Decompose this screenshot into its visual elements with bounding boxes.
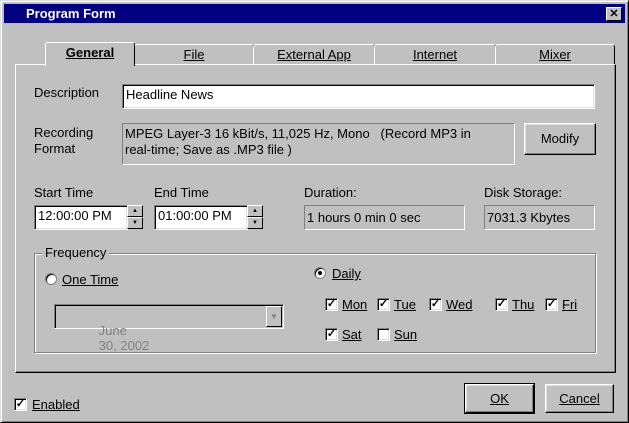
tab-file-label: File [183,47,205,62]
tab-external-app[interactable]: External App [253,44,375,65]
general-panel: Description Headline News Recording Form… [15,64,616,373]
close-button[interactable]: ✕ [606,7,622,21]
sat-label: Sat [342,327,362,342]
check-icon: ✓ [496,298,507,310]
duration-box: 1 hours 0 min 0 sec [304,205,465,230]
modify-button-label: Modify [540,131,580,146]
tab-mixer[interactable]: Mixer [495,44,615,65]
recording-label-line1: Recording [34,125,94,140]
start-time-value: 12:00:00 PM [38,208,112,223]
tab-internet[interactable]: Internet [374,44,496,65]
fri-checkbox[interactable]: ✓ [545,298,558,311]
check-icon: ✓ [546,298,557,310]
wed-checkbox[interactable]: ✓ [429,298,442,311]
ok-button-label: OK [490,391,509,406]
check-icon: ✓ [378,298,389,310]
disk-storage-box: 7031.3 Kbytes [484,205,595,230]
window-title: Program Form [26,6,116,21]
cancel-button[interactable]: Cancel [545,384,614,413]
check-icon: ✓ [430,298,441,310]
spin-down-icon[interactable]: ▼ [247,217,263,229]
spin-down-icon[interactable]: ▼ [127,217,143,229]
sun-checkbox[interactable] [377,328,390,341]
recording-format-line1: MPEG Layer-3 16 kBit/s, 11,025 Hz, Mono … [125,126,471,141]
disk-storage-value: 7031.3 Kbytes [487,210,571,225]
description-value: Headline News [126,87,214,102]
spin-up-icon[interactable]: ▲ [247,205,263,217]
tab-external-app-label: External App [277,47,351,62]
disk-storage-label: Disk Storage: [484,185,563,200]
end-time-spinner[interactable]: ▲ ▼ [247,205,263,229]
enabled-label: Enabled [32,397,80,412]
check-icon: ✓ [326,328,337,340]
program-form-window: Program Form ✕ General File External App… [0,0,629,423]
one-time-radio[interactable] [45,273,57,285]
ok-button[interactable]: OK [464,383,535,414]
thu-checkbox[interactable]: ✓ [495,298,508,311]
radio-selected-dot [318,271,322,275]
title-bar: Program Form ✕ [4,4,625,23]
daily-label: Daily [332,266,361,281]
close-icon: ✕ [609,8,619,20]
recording-format-box: MPEG Layer-3 16 kBit/s, 11,025 Hz, Mono … [122,123,515,165]
duration-label: Duration: [304,185,357,200]
mon-checkbox[interactable]: ✓ [325,298,338,311]
check-icon: ✓ [15,398,26,410]
recording-format-line2: real-time; Save as .MP3 file ) [125,142,292,157]
dropdown-arrow-icon[interactable]: ▼ [266,306,282,327]
thu-label: Thu [512,297,535,312]
tue-checkbox[interactable]: ✓ [377,298,390,311]
cancel-button-label: Cancel [559,391,600,406]
tab-general[interactable]: General [45,42,135,66]
recording-label-line2: Format [34,141,76,156]
tab-internet-label: Internet [412,47,458,62]
one-time-label: One Time [62,272,119,287]
start-time-spinner[interactable]: ▲ ▼ [127,205,143,229]
wed-label: Wed [446,297,473,312]
check-icon: ✓ [326,298,337,310]
mon-label: Mon [342,297,368,312]
duration-value: 1 hours 0 min 0 sec [307,210,421,225]
date-day-year: 30, 2002 [98,338,150,353]
start-time-label: Start Time [34,185,94,200]
date-month: June [98,323,127,338]
enabled-checkbox[interactable]: ✓ [14,398,27,411]
tab-file[interactable]: File [134,44,254,65]
start-time-input[interactable]: 12:00:00 PM [34,205,128,230]
sat-checkbox[interactable]: ✓ [325,328,338,341]
modify-button[interactable]: Modify [524,123,596,155]
spin-up-icon[interactable]: ▲ [127,205,143,217]
tab-mixer-label: Mixer [539,47,571,62]
end-time-input[interactable]: 01:00:00 PM [154,205,248,230]
date-picker-combo[interactable]: June 30, 2002 ▼ [54,304,284,353]
end-time-value: 01:00:00 PM [158,208,232,223]
tue-label: Tue [394,297,416,312]
tab-general-label: General [65,45,115,60]
end-time-label: End Time [154,185,209,200]
description-label: Description [34,85,100,100]
sun-label: Sun [394,327,418,342]
daily-radio[interactable] [314,267,326,279]
frequency-group-title: Frequency [42,245,110,260]
fri-label: Fri [562,297,578,312]
description-input[interactable]: Headline News [122,84,595,109]
